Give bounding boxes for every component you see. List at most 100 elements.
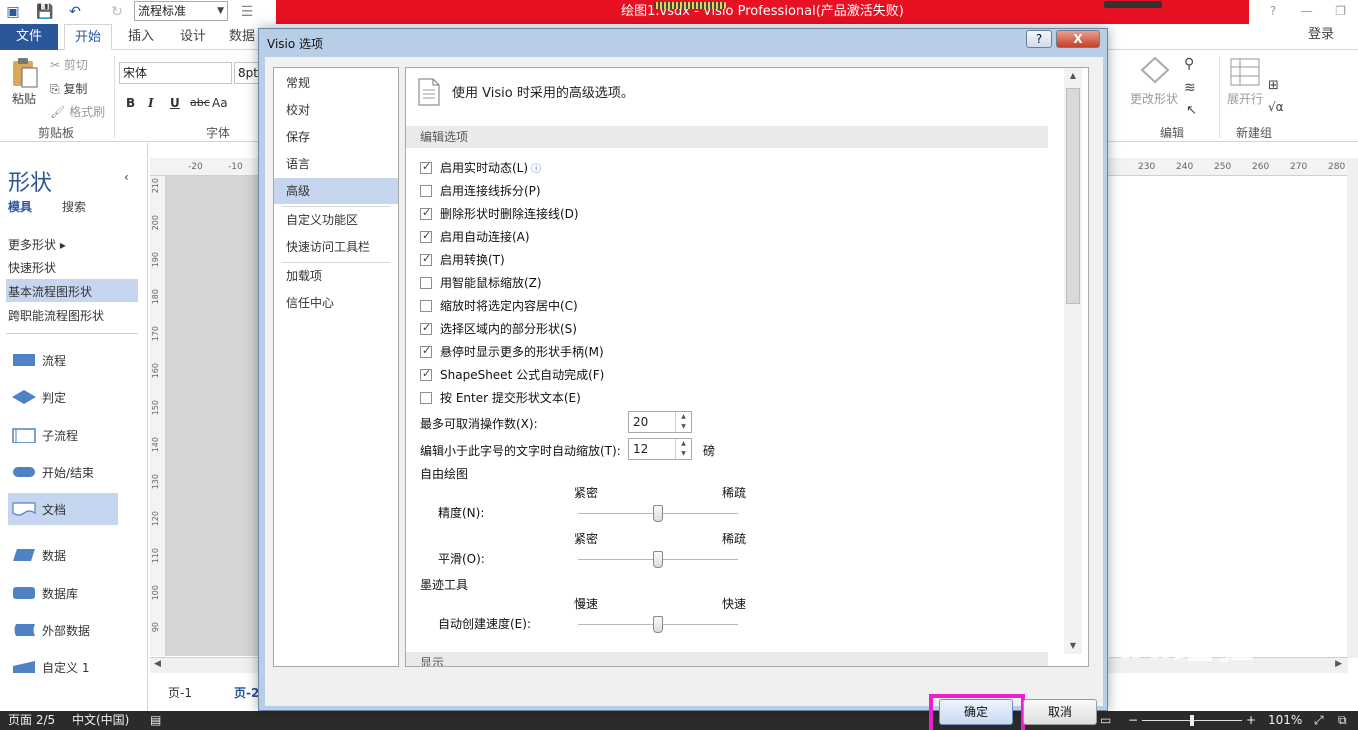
zoom-in-icon[interactable]: + bbox=[1246, 711, 1256, 730]
scroll-right-icon[interactable]: ▶ bbox=[1335, 659, 1342, 669]
nav-general[interactable]: 常规 bbox=[274, 70, 398, 96]
shape-start-end[interactable]: 开始/结束 bbox=[8, 456, 118, 488]
tab-data[interactable]: 数据 bbox=[222, 24, 262, 50]
style-combo[interactable]: 流程标准 ▼ bbox=[134, 1, 228, 21]
select-cursor-icon[interactable]: ↖ bbox=[1186, 103, 1197, 118]
stencil-quick-shapes[interactable]: 快速形状 bbox=[8, 259, 56, 276]
nav-trust-center[interactable]: 信任中心 bbox=[274, 290, 398, 316]
drawing-page[interactable] bbox=[1106, 176, 1348, 656]
shape-process[interactable]: 流程 bbox=[8, 344, 118, 376]
zoom-slider-thumb[interactable] bbox=[1190, 715, 1194, 726]
max-undo-spinner[interactable]: 20 ▲ ▼ bbox=[628, 411, 692, 433]
nav-language[interactable]: 语言 bbox=[274, 151, 398, 177]
option-row[interactable]: 按 Enter 提交形状文本(E) bbox=[420, 389, 581, 407]
option-row[interactable]: 启用转换(T) bbox=[420, 251, 505, 269]
shape-custom-1[interactable]: 自定义 1 bbox=[8, 651, 118, 683]
save-icon[interactable]: 💾 bbox=[36, 3, 54, 21]
dialog-close-button[interactable]: X bbox=[1056, 30, 1100, 48]
binoculars-icon[interactable]: ⚲ bbox=[1184, 56, 1194, 72]
tab-home[interactable]: 开始 bbox=[64, 24, 112, 50]
precision-slider-thumb[interactable] bbox=[653, 505, 663, 522]
option-row[interactable]: 悬停时显示更多的形状手柄(M) bbox=[420, 343, 604, 361]
presentation-icon[interactable]: ▭ bbox=[1100, 711, 1111, 730]
page-tab-2[interactable]: 页-2 bbox=[234, 684, 259, 701]
paste-button[interactable]: 粘贴 bbox=[12, 90, 36, 107]
option-row[interactable]: 选择区域内的部分形状(S) bbox=[420, 320, 577, 338]
stencil-more-shapes[interactable]: 更多形状 ▸ bbox=[8, 236, 66, 253]
chevron-left-icon[interactable]: ‹ bbox=[124, 170, 129, 184]
tab-search[interactable]: 搜索 bbox=[62, 198, 86, 215]
cut-button[interactable]: ✂ 剪切 bbox=[50, 56, 88, 73]
grid-plus-icon[interactable]: ⊞ bbox=[1268, 78, 1279, 93]
stencil-cross-functional[interactable]: 跨职能流程图形状 bbox=[8, 307, 104, 324]
nav-quick-access-toolbar[interactable]: 快速访问工具栏 bbox=[274, 234, 398, 260]
minimize-icon[interactable]: — bbox=[1292, 0, 1322, 24]
status-language[interactable]: 中文(中国) bbox=[72, 711, 129, 730]
tab-insert[interactable]: 插入 bbox=[118, 24, 164, 50]
option-checkbox[interactable] bbox=[420, 392, 432, 404]
scroll-down-icon[interactable]: ▼ bbox=[1064, 638, 1082, 654]
shape-external-data[interactable]: 外部数据 bbox=[8, 614, 118, 646]
option-checkbox[interactable] bbox=[420, 185, 432, 197]
shape-document[interactable]: 文档 bbox=[8, 493, 118, 525]
option-row[interactable]: 启用自动连接(A) bbox=[420, 228, 530, 246]
table-icon[interactable] bbox=[1230, 58, 1260, 86]
option-row[interactable]: 缩放时将选定内容居中(C) bbox=[420, 297, 578, 315]
scroll-up-icon[interactable]: ▲ bbox=[1064, 68, 1082, 84]
page-tab-1[interactable]: 页-1 bbox=[168, 684, 192, 701]
option-checkbox[interactable] bbox=[420, 321, 432, 335]
login-link[interactable]: 登录 bbox=[1308, 24, 1334, 46]
fit-page-icon[interactable]: ⤢ bbox=[1314, 711, 1324, 730]
paste-icon[interactable] bbox=[10, 57, 40, 89]
shape-decision[interactable]: 判定 bbox=[8, 381, 118, 413]
options-scrollbar[interactable]: ▲ ▼ bbox=[1064, 68, 1082, 654]
open-row-button[interactable]: 展开行 bbox=[1227, 90, 1263, 107]
change-shape-button[interactable]: 更改形状 bbox=[1130, 90, 1178, 107]
restore-icon[interactable]: ❐ bbox=[1326, 0, 1356, 24]
tab-file[interactable]: 文件 bbox=[0, 24, 58, 50]
bold-button[interactable]: B bbox=[126, 96, 135, 110]
layers-icon[interactable]: ≋ bbox=[1184, 80, 1196, 96]
ok-button[interactable]: 确定 bbox=[939, 699, 1013, 725]
option-row[interactable]: 用智能鼠标缩放(Z) bbox=[420, 274, 542, 292]
change-case-button[interactable]: Aa bbox=[212, 96, 228, 110]
cancel-button[interactable]: 取消 bbox=[1023, 699, 1097, 725]
option-checkbox[interactable] bbox=[420, 344, 432, 358]
option-checkbox[interactable] bbox=[420, 252, 432, 266]
options-scrollbar-thumb[interactable] bbox=[1066, 88, 1080, 304]
option-checkbox[interactable] bbox=[420, 367, 432, 381]
shape-database[interactable]: 数据库 bbox=[8, 577, 118, 609]
shape-subprocess[interactable]: 子流程 bbox=[8, 419, 118, 451]
zoom-level[interactable]: 101% bbox=[1268, 711, 1302, 730]
scroll-left-icon[interactable]: ◀ bbox=[154, 659, 161, 669]
shape-data[interactable]: 数据 bbox=[8, 539, 118, 571]
nav-proofing[interactable]: 校对 bbox=[274, 97, 398, 123]
font-name-combo[interactable]: 宋体 bbox=[119, 62, 232, 84]
undo-icon[interactable]: ↶ bbox=[66, 3, 84, 21]
spinner-arrows-icon[interactable]: ▲ ▼ bbox=[675, 439, 691, 459]
info-icon[interactable]: ⓘ bbox=[531, 164, 541, 175]
option-checkbox[interactable] bbox=[420, 300, 432, 312]
nav-advanced[interactable]: 高级 bbox=[274, 178, 398, 204]
dialog-help-button[interactable]: ? bbox=[1026, 30, 1052, 48]
spinner-arrows-icon[interactable]: ▲ ▼ bbox=[675, 412, 691, 432]
format-painter-button[interactable]: 🖌 格式刷 bbox=[50, 103, 105, 120]
nav-customize-ribbon[interactable]: 自定义功能区 bbox=[274, 207, 398, 233]
copy-button[interactable]: ⎘ 复制 bbox=[50, 80, 87, 97]
auto-zoom-spinner[interactable]: 12 ▲ ▼ bbox=[628, 438, 692, 460]
option-checkbox[interactable] bbox=[420, 277, 432, 289]
underline-button[interactable]: U bbox=[170, 96, 180, 110]
italic-button[interactable]: I bbox=[148, 96, 154, 110]
smoothing-slider-thumb[interactable] bbox=[653, 551, 663, 568]
option-checkbox[interactable] bbox=[420, 160, 432, 174]
align-icon[interactable]: ☰ bbox=[238, 3, 256, 21]
option-row[interactable]: 启用实时动态(L)ⓘ bbox=[420, 159, 541, 177]
help-icon[interactable]: ? bbox=[1258, 0, 1288, 24]
macro-icon[interactable]: ▤ bbox=[150, 711, 161, 730]
tab-design[interactable]: 设计 bbox=[170, 24, 216, 50]
nav-save[interactable]: 保存 bbox=[274, 124, 398, 150]
option-checkbox[interactable] bbox=[420, 206, 432, 220]
change-shape-icon[interactable] bbox=[1138, 56, 1172, 88]
vertical-scrollbar[interactable] bbox=[1347, 158, 1358, 658]
tab-stencils[interactable]: 模具 bbox=[8, 198, 32, 215]
